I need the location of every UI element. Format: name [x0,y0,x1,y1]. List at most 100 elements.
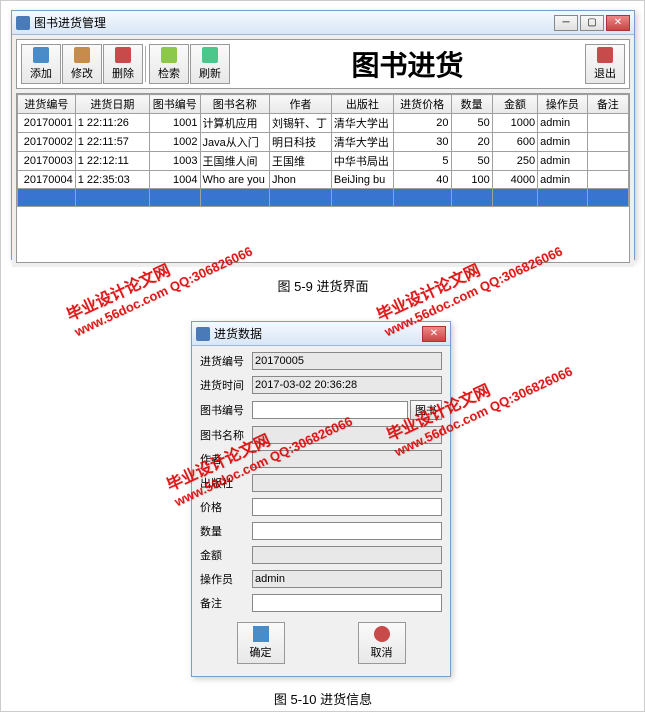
cell: 20 [451,133,492,152]
bookname-label: 图书名称 [200,427,252,443]
cell: 20170004 [18,171,76,189]
price-field[interactable] [252,498,442,516]
cell: 1 22:12:11 [75,152,149,171]
id-label: 进货编号 [200,353,252,369]
close-button[interactable]: ✕ [606,15,630,31]
cell: 250 [492,152,537,171]
cancel-icon [374,626,390,642]
ok-label: 确定 [250,644,272,660]
cancel-button[interactable]: 取消 [358,622,406,664]
add-icon [33,47,49,63]
add-label: 添加 [30,65,52,81]
cell: 1 22:11:57 [75,133,149,152]
minimize-button[interactable]: ─ [554,15,578,31]
edit-button[interactable]: 修改 [62,44,102,84]
ok-button[interactable]: 确定 [237,622,285,664]
cell: BeiJing bu [331,171,393,189]
cell: 1000 [492,114,537,133]
delete-button[interactable]: 删除 [103,44,143,84]
exit-button[interactable]: 退出 [585,44,625,84]
dialog-body: 进货编号 进货时间 图书编号图书 图书名称 作者 出版社 价格 数量 金额 操作… [192,346,450,670]
cell: 刘锡轩、丁 [270,114,332,133]
time-field [252,376,442,394]
cell: admin [538,152,588,171]
bookname-field [252,426,442,444]
cell: 4000 [492,171,537,189]
cell: Java从入门 [200,133,269,152]
total-label: 金额 [200,547,252,563]
total-field [252,546,442,564]
cell: 清华大学出 [331,114,393,133]
refresh-button[interactable]: 刷新 [190,44,230,84]
column-header[interactable]: 操作员 [538,95,588,114]
table-row[interactable]: 201700021 22:11:571002Java从入门明日科技清华大学出30… [18,133,629,152]
cell: Who are you [200,171,269,189]
author-label: 作者 [200,451,252,467]
selected-row[interactable] [18,189,629,207]
cell: 5 [393,152,451,171]
note-label: 备注 [200,595,252,611]
cell [587,152,628,171]
cell: 1001 [150,114,201,133]
select-book-button[interactable]: 图书 [410,400,442,420]
refresh-label: 刷新 [199,65,221,81]
dialog-icon [196,327,210,341]
cell: 30 [393,133,451,152]
cell: 20170002 [18,133,76,152]
qty-field[interactable] [252,522,442,540]
search-icon [161,47,177,63]
window-body: 添加 修改 删除 检索 刷新 图书进货 退出 进货编号进货日期图书编号图书名称作… [12,35,634,267]
column-header[interactable]: 进货价格 [393,95,451,114]
cell: 1003 [150,152,201,171]
cell: 计算机应用 [200,114,269,133]
search-button[interactable]: 检索 [149,44,189,84]
cell: admin [538,114,588,133]
main-window: 图书进货管理 ─ ▢ ✕ 添加 修改 删除 检索 刷新 图书进货 退出 进货编号… [11,10,635,260]
time-label: 进货时间 [200,377,252,393]
dialog-close-button[interactable]: ✕ [422,326,446,342]
cell [587,114,628,133]
figure-caption-2: 图 5-10 进货信息 [223,689,423,708]
author-field [252,450,442,468]
search-label: 检索 [158,65,180,81]
window-title: 图书进货管理 [34,14,554,31]
cell: 50 [451,152,492,171]
column-header[interactable]: 进货编号 [18,95,76,114]
column-header[interactable]: 作者 [270,95,332,114]
cell: 中华书局出 [331,152,393,171]
cell: 20 [393,114,451,133]
page-title: 图书进货 [230,44,585,84]
note-field[interactable] [252,594,442,612]
column-header[interactable]: 图书编号 [150,95,201,114]
data-grid[interactable]: 进货编号进货日期图书编号图书名称作者出版社进货价格数量金额操作员备注 20170… [16,93,630,263]
toolbar: 添加 修改 删除 检索 刷新 图书进货 退出 [16,39,630,89]
table-row[interactable]: 201700031 22:12:111003王国维人间王国维中华书局出55025… [18,152,629,171]
cell: 20170001 [18,114,76,133]
toolbar-divider [145,46,147,82]
column-header[interactable]: 备注 [587,95,628,114]
table-row[interactable]: 201700041 22:35:031004Who are youJhonBei… [18,171,629,189]
bookid-field[interactable] [252,401,408,419]
cell: 1002 [150,133,201,152]
publisher-field [252,474,442,492]
add-button[interactable]: 添加 [21,44,61,84]
column-header[interactable]: 出版社 [331,95,393,114]
edit-label: 修改 [71,65,93,81]
price-label: 价格 [200,499,252,515]
dialog-window: 进货数据 ✕ 进货编号 进货时间 图书编号图书 图书名称 作者 出版社 价格 数… [191,321,451,677]
window-controls: ─ ▢ ✕ [554,15,630,31]
column-header[interactable]: 进货日期 [75,95,149,114]
refresh-icon [202,47,218,63]
cell [587,133,628,152]
column-header[interactable]: 金额 [492,95,537,114]
column-header[interactable]: 图书名称 [200,95,269,114]
cell: 100 [451,171,492,189]
table-row[interactable]: 201700011 22:11:261001计算机应用刘锡轩、丁清华大学出205… [18,114,629,133]
cell: 20170003 [18,152,76,171]
delete-icon [115,47,131,63]
exit-label: 退出 [594,65,616,81]
cell: admin [538,133,588,152]
column-header[interactable]: 数量 [451,95,492,114]
app-icon [16,16,30,30]
maximize-button[interactable]: ▢ [580,15,604,31]
